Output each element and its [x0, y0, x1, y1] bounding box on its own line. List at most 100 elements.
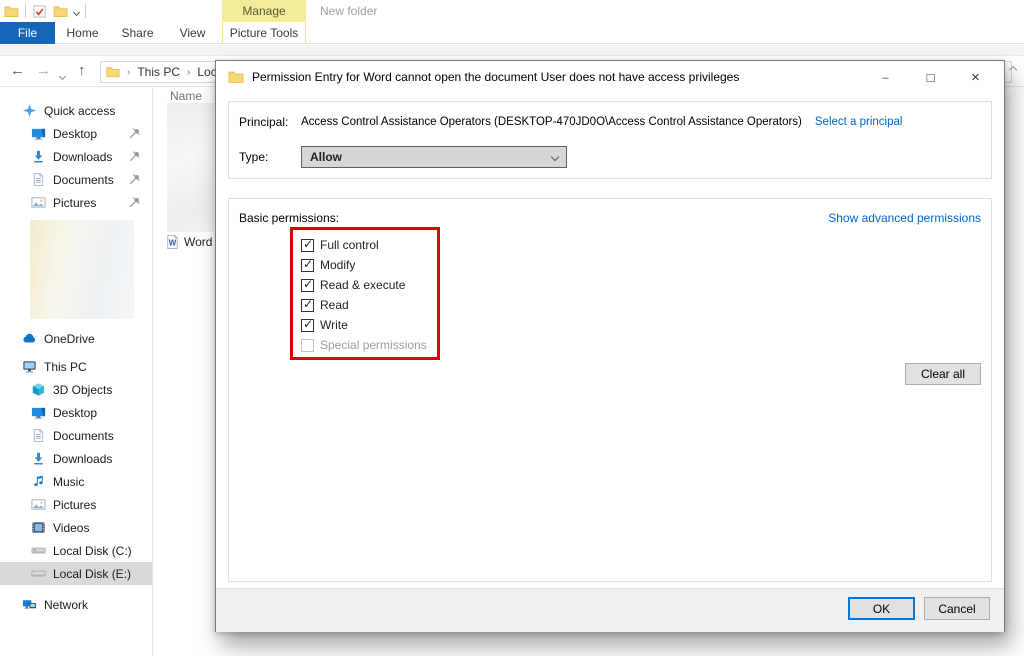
pane-divider[interactable]: [152, 88, 153, 656]
select-principal-link[interactable]: Select a principal: [815, 116, 903, 128]
sidebar-item-local-disk-c[interactable]: Local Disk (C:): [0, 539, 152, 562]
document-icon: [31, 172, 46, 187]
navigation-pane: Quick access Desktop Downloads Documents Pic…: [0, 99, 152, 616]
sidebar-item-pictures[interactable]: Pictures: [0, 493, 152, 516]
sidebar-item-this-pc[interactable]: This PC: [0, 355, 152, 378]
sidebar-item-label: Videos: [53, 521, 89, 535]
sidebar-item-label: Desktop: [53, 127, 97, 141]
drive-c-icon: [31, 543, 46, 558]
tab-home[interactable]: Home: [55, 22, 110, 44]
sidebar-item-music[interactable]: Music: [0, 470, 152, 493]
basic-permissions-label: Basic permissions:: [239, 211, 339, 225]
sidebar-item-label: OneDrive: [44, 332, 95, 346]
svg-text:W: W: [169, 238, 177, 247]
type-dropdown[interactable]: Allow: [301, 146, 567, 168]
principal-label: Principal:: [239, 115, 301, 129]
cube-icon: [31, 382, 46, 397]
sidebar-item-videos[interactable]: Videos: [0, 516, 152, 539]
sidebar-item-label: Documents: [53, 173, 114, 187]
ribbon-collapsed-band: [0, 45, 1024, 56]
sidebar-item-label: 3D Objects: [53, 383, 112, 397]
breadcrumb-chevron-icon: ›: [185, 67, 192, 78]
sidebar-item-downloads[interactable]: Downloads: [0, 447, 152, 470]
cloud-icon: [22, 331, 37, 346]
type-label: Type:: [239, 150, 301, 164]
sidebar-item-onedrive[interactable]: OneDrive: [0, 327, 152, 350]
pin-icon: [127, 126, 142, 141]
screen: Manage New folder FileHomeShareView Pict…: [0, 0, 1024, 656]
chevron-down-icon: [551, 153, 559, 161]
star-icon: [22, 103, 37, 118]
folder-icon[interactable]: [53, 4, 68, 19]
sidebar-item-label: Pictures: [53, 498, 96, 512]
minimize-icon[interactable]: –: [863, 61, 908, 93]
clear-all-button[interactable]: Clear all: [905, 363, 981, 385]
file-row-word[interactable]: W Word: [165, 234, 212, 250]
show-advanced-permissions-link[interactable]: Show advanced permissions: [828, 211, 981, 225]
ribbon-contextual-tab-manage[interactable]: Manage: [222, 0, 306, 22]
chevron-down-icon[interactable]: [74, 4, 79, 18]
folder-icon[interactable]: [4, 4, 19, 19]
permissions-groupbox: Basic permissions: Show advanced permiss…: [228, 198, 992, 582]
download-icon: [31, 451, 46, 466]
checkmark-doc-icon[interactable]: [32, 4, 47, 19]
sidebar-item-downloads[interactable]: Downloads: [0, 145, 152, 168]
sidebar-group-quickaccess: Quick access Desktop Downloads Documents Pic…: [0, 99, 152, 214]
sidebar-item-desktop[interactable]: Desktop: [0, 122, 152, 145]
back-icon[interactable]: ←: [10, 61, 25, 81]
column-header-name[interactable]: Name: [170, 89, 202, 103]
sidebar-item-label: Downloads: [53, 452, 112, 466]
principal-value: Access Control Assistance Operators (DES…: [301, 116, 802, 128]
sidebar-item-3d-objects[interactable]: 3D Objects: [0, 378, 152, 401]
maximize-icon[interactable]: □: [908, 61, 953, 93]
sidebar-group-thispc: This PC 3D Objects Desktop Documents Downloa…: [0, 355, 152, 585]
sidebar-item-network[interactable]: Network: [0, 593, 152, 616]
close-icon[interactable]: ×: [953, 61, 998, 93]
up-icon[interactable]: ↑: [78, 61, 86, 81]
pin-icon: [127, 195, 142, 210]
sidebar-item-label: Local Disk (C:): [53, 544, 132, 558]
red-highlight-annotation: [290, 227, 440, 360]
sidebar-item-local-disk-e[interactable]: Local Disk (E:): [0, 562, 152, 585]
sidebar-item-label: Quick access: [44, 104, 115, 118]
ribbon-contextual-group-picture-tools[interactable]: Picture Tools: [222, 22, 306, 43]
principal-groupbox: Principal: Access Control Assistance Ope…: [228, 101, 992, 179]
sidebar-item-label: Network: [44, 598, 88, 612]
download-icon: [31, 149, 46, 164]
sidebar-item-documents[interactable]: Documents: [0, 168, 152, 191]
explorer-titlebar: Manage New folder: [0, 0, 1024, 22]
pin-icon: [127, 149, 142, 164]
breadcrumb-chevron-icon: ›: [125, 67, 132, 78]
desktop-icon: [31, 126, 46, 141]
quick-access-toolbar: [4, 2, 86, 20]
tab-share[interactable]: Share: [110, 22, 165, 44]
tab-file[interactable]: File: [0, 22, 55, 44]
pin-icon: [127, 172, 142, 187]
pc-icon: [22, 359, 37, 374]
picture-icon: [31, 497, 46, 512]
folder-icon: [106, 65, 120, 79]
tab-view[interactable]: View: [165, 22, 220, 44]
history-chevron-icon[interactable]: [60, 65, 65, 85]
sidebar-group-network: Network: [0, 593, 152, 616]
ok-button[interactable]: OK: [848, 597, 915, 620]
dialog-titlebar: Permission Entry for Word cannot open th…: [216, 61, 1004, 93]
sidebar-item-quick-access[interactable]: Quick access: [0, 99, 152, 122]
sidebar-item-label: Music: [53, 475, 84, 489]
sidebar-item-label: Desktop: [53, 406, 97, 420]
ribbon-tabs: FileHomeShareView: [0, 22, 1024, 44]
sidebar-item-pictures[interactable]: Pictures: [0, 191, 152, 214]
music-icon: [31, 474, 46, 489]
qat-separator: [25, 4, 26, 18]
collapse-ribbon-icon[interactable]: [1010, 62, 1016, 76]
sidebar-item-documents[interactable]: Documents: [0, 424, 152, 447]
file-label: Word: [184, 235, 212, 249]
network-icon: [22, 597, 37, 612]
desktop-icon: [31, 405, 46, 420]
document-icon: [31, 428, 46, 443]
forward-icon[interactable]: →: [36, 61, 51, 81]
word-doc-icon: W: [165, 234, 180, 250]
cancel-button[interactable]: Cancel: [924, 597, 990, 620]
sidebar-item-desktop[interactable]: Desktop: [0, 401, 152, 424]
breadcrumb-segment-this-pc[interactable]: This PC: [137, 65, 180, 79]
